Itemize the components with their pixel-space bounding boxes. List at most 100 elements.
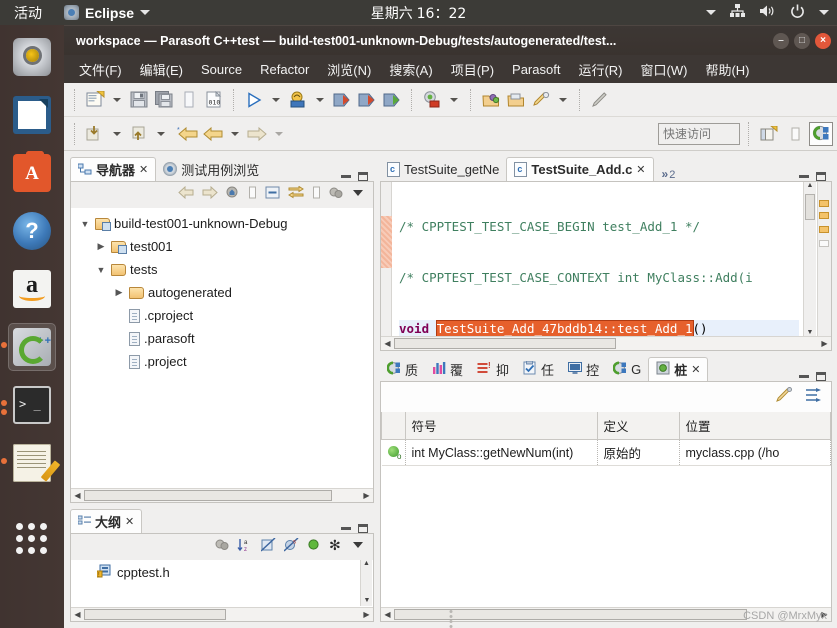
cpptest-perspective-icon[interactable] bbox=[809, 121, 833, 146]
editor-hscroll-thumb[interactable] bbox=[394, 338, 616, 349]
launcher-item-terminal[interactable] bbox=[1, 381, 56, 429]
stub-config-icon[interactable] bbox=[805, 387, 823, 408]
close-icon-stubs[interactable]: ✕ bbox=[691, 363, 700, 376]
export-dropdown-arrow[interactable] bbox=[157, 131, 165, 136]
launcher-item-help[interactable] bbox=[8, 207, 56, 255]
tab-navigator[interactable]: 导航器 ✕ bbox=[70, 157, 157, 181]
launcher-item-amazon[interactable] bbox=[8, 265, 56, 313]
table-col-symbol[interactable]: 符号 bbox=[404, 412, 598, 440]
menu-run[interactable]: 运行(R) bbox=[569, 57, 631, 82]
window-resize-grip[interactable] bbox=[449, 610, 452, 628]
quick-access-input[interactable] bbox=[658, 122, 740, 145]
hide-static-icon[interactable]: s bbox=[283, 536, 299, 557]
twisty-expanded-icon-2[interactable]: ▼ bbox=[95, 265, 107, 275]
stubs-hscroll-thumb[interactable] bbox=[394, 609, 747, 620]
blank-page-icon[interactable] bbox=[178, 89, 200, 111]
tab-testsuite-getne[interactable]: TestSuite_getNe bbox=[380, 157, 506, 181]
tree-item-build-test001[interactable]: ▼ build-test001-unknown-Debug bbox=[75, 212, 373, 235]
network-icon[interactable] bbox=[730, 4, 745, 21]
launcher-item-libreoffice-writer[interactable] bbox=[8, 91, 56, 139]
menu-file[interactable]: 文件(F) bbox=[70, 57, 131, 82]
minimize-bottom-icon[interactable] bbox=[799, 375, 809, 378]
close-icon[interactable]: ✕ bbox=[139, 163, 148, 176]
tab-testsuite-add[interactable]: TestSuite_Add.c ✕ bbox=[506, 157, 654, 181]
tab-stubs[interactable]: 桩 ✕ bbox=[648, 357, 709, 381]
build-icon-2[interactable] bbox=[356, 89, 378, 111]
table-col-definition[interactable]: 定义 bbox=[596, 412, 680, 440]
tab-coverage[interactable]: 覆 bbox=[425, 357, 470, 381]
navigator-hscrollbar[interactable]: ◀ ▶ bbox=[71, 488, 373, 502]
outline-vscrollbar[interactable]: ▲ ▼ bbox=[360, 560, 372, 606]
open-perspective-icon[interactable] bbox=[757, 122, 781, 146]
launcher-item-show-applications[interactable] bbox=[8, 515, 56, 563]
stub-pin-icon[interactable] bbox=[775, 386, 793, 408]
back-dropdown-arrow[interactable] bbox=[231, 131, 239, 136]
editor-overview-ruler[interactable] bbox=[817, 182, 831, 350]
menu-parasoft[interactable]: Parasoft bbox=[503, 59, 569, 80]
filter-icon[interactable] bbox=[329, 186, 343, 204]
volume-icon[interactable] bbox=[759, 4, 776, 21]
sort-az-icon[interactable]: az bbox=[237, 538, 253, 557]
stubs-scroll-left-icon[interactable]: ◀ bbox=[381, 609, 394, 621]
tree-item-parasoft[interactable]: .parasoft bbox=[75, 327, 373, 350]
minimize-view-icon[interactable] bbox=[341, 175, 351, 178]
minimize-button[interactable]: – bbox=[773, 32, 789, 49]
editor-hscrollbar[interactable]: ◀ ▶ bbox=[381, 336, 831, 350]
view-menu-icon-outline[interactable] bbox=[351, 538, 365, 556]
twisty-collapsed-icon[interactable]: ▶ bbox=[95, 241, 107, 252]
menu-project[interactable]: 项目(P) bbox=[442, 57, 503, 82]
open-resource-icon[interactable] bbox=[505, 89, 527, 111]
tab-g[interactable]: G bbox=[606, 357, 648, 381]
back-star-icon[interactable]: * bbox=[177, 123, 199, 145]
tab-quality-tasks[interactable]: 质 bbox=[380, 357, 425, 381]
view-menu-icon[interactable] bbox=[351, 186, 365, 204]
run-dropdown-arrow[interactable] bbox=[272, 97, 280, 102]
back-icon[interactable] bbox=[178, 185, 194, 204]
editor-scroll-right-icon[interactable]: ▶ bbox=[818, 338, 831, 350]
pen-icon[interactable] bbox=[589, 89, 611, 111]
launcher-item-media-player[interactable] bbox=[8, 33, 56, 81]
editor-tab-overflow[interactable]: » 2 bbox=[654, 167, 684, 181]
table-col-icon[interactable] bbox=[381, 412, 406, 440]
forward-icon[interactable] bbox=[202, 185, 218, 204]
test-run-dropdown-arrow[interactable] bbox=[450, 97, 458, 102]
maximize-editor-icon[interactable] bbox=[816, 172, 826, 181]
maximize-bottom-icon[interactable] bbox=[816, 372, 826, 381]
menu-window[interactable]: 窗口(W) bbox=[632, 57, 697, 82]
menu-help[interactable]: 帮助(H) bbox=[696, 57, 758, 82]
close-button[interactable]: × bbox=[815, 32, 831, 49]
hide-fields-icon[interactable] bbox=[260, 536, 276, 557]
tray-chevron-down-icon[interactable] bbox=[706, 10, 716, 15]
tree-item-autogenerated[interactable]: ▶ autogenerated bbox=[75, 281, 373, 304]
tree-item-tests[interactable]: ▼ tests bbox=[75, 258, 373, 281]
blank2-icon[interactable] bbox=[312, 186, 321, 204]
menu-refactor[interactable]: Refactor bbox=[251, 59, 318, 80]
table-col-location[interactable]: 位置 bbox=[678, 412, 831, 440]
minimize-view-icon-2[interactable] bbox=[341, 527, 351, 530]
outline-hscrollbar[interactable]: ◀ ▶ bbox=[71, 607, 373, 621]
outline-item-cpptest-h[interactable]: ! cpptest.h bbox=[75, 561, 373, 584]
test-run-icon[interactable] bbox=[421, 89, 443, 111]
debug-icon[interactable] bbox=[287, 89, 309, 111]
build-icon-1[interactable] bbox=[331, 89, 353, 111]
scroll-left-icon[interactable]: ◀ bbox=[71, 490, 84, 502]
build-icon-3[interactable] bbox=[381, 89, 403, 111]
open-type-icon[interactable] bbox=[480, 89, 502, 111]
close-icon-outline[interactable]: ✕ bbox=[125, 515, 134, 528]
tree-item-project[interactable]: .project bbox=[75, 350, 373, 373]
filter-icon-outline[interactable] bbox=[215, 538, 229, 556]
import-icon[interactable] bbox=[84, 123, 106, 145]
link-editor-icon[interactable] bbox=[288, 185, 304, 204]
run-icon[interactable] bbox=[243, 89, 265, 111]
maximize-view-icon-2[interactable] bbox=[358, 524, 368, 533]
editor-scroll-left-icon[interactable]: ◀ bbox=[381, 338, 394, 350]
menu-search[interactable]: 搜索(A) bbox=[380, 57, 441, 82]
menu-source[interactable]: Source bbox=[192, 59, 251, 80]
tab-console[interactable]: 控 bbox=[561, 357, 606, 381]
editor-vscroll-thumb[interactable] bbox=[805, 194, 815, 220]
editor-vscrollbar[interactable]: ▲ ▼ bbox=[803, 182, 816, 336]
maximize-button[interactable]: □ bbox=[794, 32, 810, 49]
export-icon[interactable] bbox=[128, 123, 150, 145]
app-indicator[interactable]: Eclipse bbox=[64, 5, 151, 21]
editor-annotation-ruler[interactable] bbox=[381, 182, 392, 350]
